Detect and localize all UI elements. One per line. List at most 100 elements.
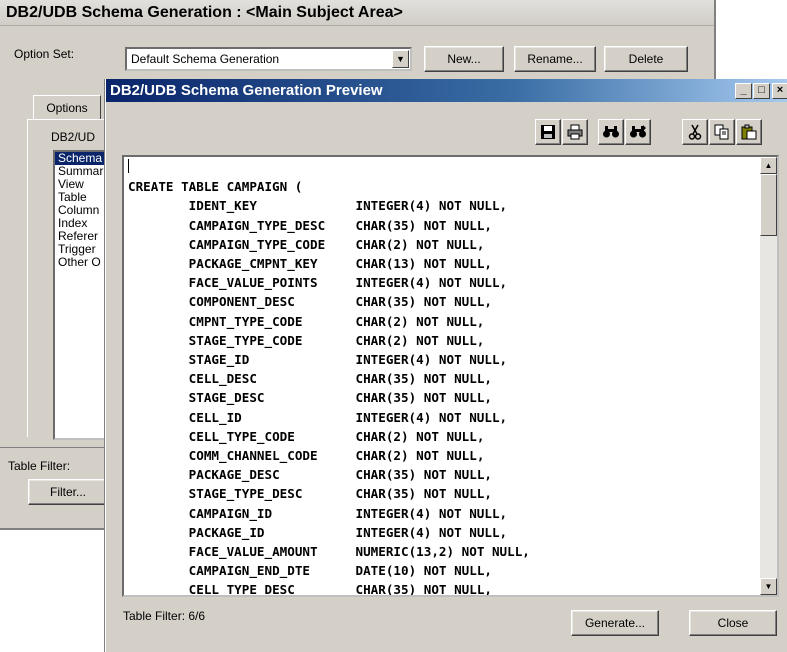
scroll-down-icon[interactable]: ▼ <box>760 578 777 595</box>
paste-button[interactable] <box>736 119 762 145</box>
schema-preview-title-text: DB2/UDB Schema Generation Preview <box>110 82 383 99</box>
sql-column-type: INTEGER(4) NOT NULL, <box>355 198 508 214</box>
sql-column-line: CAMPAIGN_TYPE_CODE CHAR(2) NOT NULL, <box>128 235 530 254</box>
sql-column-type: INTEGER(4) NOT NULL, <box>355 524 508 540</box>
sql-column-name: CAMPAIGN_TYPE_DESC <box>188 217 326 233</box>
sql-column-line: CMPNT_TYPE_CODE CHAR(2) NOT NULL, <box>128 312 530 331</box>
sql-column-name: CELL_ID <box>188 409 242 425</box>
close-button[interactable]: Close <box>689 610 777 636</box>
sql-column-line: FACE_VALUE_AMOUNT NUMERIC(13,2) NOT NULL… <box>128 542 530 561</box>
sql-column-line: COMM_CHANNEL_CODE CHAR(2) NOT NULL, <box>128 446 530 465</box>
sql-column-line: CELL_DESC CHAR(35) NOT NULL, <box>128 369 530 388</box>
sql-column-name: CMPNT_TYPE_CODE <box>188 313 303 329</box>
sql-column-type: CHAR(35) NOT NULL, <box>355 582 492 597</box>
sql-column-name: CELL_TYPE_DESC <box>188 582 295 597</box>
scrollbar-thumb[interactable] <box>760 174 777 236</box>
sql-column-line: PACKAGE_DESC CHAR(35) NOT NULL, <box>128 465 530 484</box>
option-set-label: Option Set: <box>14 47 75 61</box>
sql-column-type: CHAR(35) NOT NULL, <box>355 294 492 310</box>
generate-button[interactable]: Generate... <box>571 610 659 636</box>
filter-button[interactable]: Filter... <box>28 479 108 505</box>
schema-preview-window: DB2/UDB Schema Generation Preview _ □ × … <box>105 79 787 652</box>
sql-column-name: CAMPAIGN_ID <box>188 505 273 521</box>
sql-column-type: INTEGER(4) NOT NULL, <box>355 352 508 368</box>
sql-create-statement: CREATE TABLE CAMPAIGN ( <box>128 179 303 195</box>
cut-button[interactable] <box>682 119 708 145</box>
sql-column-line: IDENT_KEY INTEGER(4) NOT NULL, <box>128 196 530 215</box>
sql-column-type: DATE(10) NOT NULL, <box>355 563 492 579</box>
sql-column-type: CHAR(35) NOT NULL, <box>355 467 492 483</box>
copy-button[interactable] <box>709 119 735 145</box>
group-label: DB2/UD <box>51 130 96 144</box>
sql-column-type: CHAR(2) NOT NULL, <box>355 428 485 444</box>
sql-column-name: COMPONENT_DESC <box>188 294 295 310</box>
maximize-button[interactable]: □ <box>753 83 770 99</box>
vertical-scrollbar[interactable]: ▲ ▼ <box>760 157 777 595</box>
sql-column-name: CELL_TYPE_CODE <box>188 428 295 444</box>
sql-column-line: STAGE_TYPE_CODE CHAR(2) NOT NULL, <box>128 331 530 350</box>
sql-column-type: INTEGER(4) NOT NULL, <box>355 409 508 425</box>
sql-column-line: FACE_VALUE_POINTS INTEGER(4) NOT NULL, <box>128 273 530 292</box>
table-filter-status: Table Filter: 6/6 <box>123 609 206 623</box>
sql-column-line: CELL_TYPE_DESC CHAR(35) NOT NULL, <box>128 580 530 597</box>
sql-column-type: CHAR(2) NOT NULL, <box>355 313 485 329</box>
sql-column-name: CELL_DESC <box>188 371 257 387</box>
sql-column-line: STAGE_ID INTEGER(4) NOT NULL, <box>128 350 530 369</box>
sql-column-type: CHAR(2) NOT NULL, <box>355 236 485 252</box>
sql-column-type: CHAR(2) NOT NULL, <box>355 332 485 348</box>
save-button[interactable] <box>535 119 561 145</box>
sql-column-line: CELL_TYPE_CODE CHAR(2) NOT NULL, <box>128 427 530 446</box>
sql-column-line: CAMPAIGN_ID INTEGER(4) NOT NULL, <box>128 504 530 523</box>
sql-column-type: INTEGER(4) NOT NULL, <box>355 275 508 291</box>
cut-icon <box>688 124 702 140</box>
sql-column-name: STAGE_DESC <box>188 390 265 406</box>
close-window-button[interactable]: × <box>772 83 787 99</box>
copy-icon <box>714 124 729 140</box>
sql-column-name: STAGE_TYPE_CODE <box>188 332 303 348</box>
sql-column-line: PACKAGE_ID INTEGER(4) NOT NULL, <box>128 523 530 542</box>
schema-generation-title: DB2/UDB Schema Generation : <Main Subjec… <box>0 0 714 26</box>
sql-preview-editor[interactable]: CREATE TABLE CAMPAIGN ( IDENT_KEY INTEGE… <box>122 155 779 597</box>
sql-column-name: STAGE_ID <box>188 352 250 368</box>
chevron-down-icon[interactable]: ▼ <box>392 50 409 68</box>
print-icon <box>567 124 583 140</box>
sql-column-name: FACE_VALUE_POINTS <box>188 275 318 291</box>
sql-column-type: NUMERIC(13,2) NOT NULL, <box>355 544 530 560</box>
sql-column-line: CAMPAIGN_TYPE_DESC CHAR(35) NOT NULL, <box>128 216 530 235</box>
find-icon <box>603 126 619 138</box>
save-icon <box>541 125 555 139</box>
sql-column-name: COMM_CHANNEL_CODE <box>188 448 318 464</box>
list-item-other[interactable]: Other O <box>55 256 105 269</box>
sql-column-name: STAGE_TYPE_DESC <box>188 486 303 502</box>
divider <box>0 447 110 448</box>
minimize-button[interactable]: _ <box>735 83 752 99</box>
sql-column-type: INTEGER(4) NOT NULL, <box>355 505 508 521</box>
find-next-button[interactable] <box>625 119 651 145</box>
sql-column-name: IDENT_KEY <box>188 198 257 214</box>
sql-column-name: FACE_VALUE_AMOUNT <box>188 544 318 560</box>
sql-blank-line <box>128 158 530 177</box>
sql-column-line: STAGE_TYPE_DESC CHAR(35) NOT NULL, <box>128 484 530 503</box>
sql-column-name: PACKAGE_ID <box>188 524 265 540</box>
table-filter-label: Table Filter: <box>8 459 71 473</box>
sql-column-type: CHAR(35) NOT NULL, <box>355 390 492 406</box>
paste-icon <box>741 124 757 140</box>
sql-column-name: PACKAGE_CMPNT_KEY <box>188 256 318 272</box>
sql-code: CREATE TABLE CAMPAIGN ( IDENT_KEY INTEGE… <box>128 158 530 597</box>
rename-option-set-button[interactable]: Rename... <box>514 46 596 72</box>
option-category-list[interactable]: Schema Summar View Table Column Index Re… <box>53 150 107 440</box>
sql-column-type: CHAR(35) NOT NULL, <box>355 486 492 502</box>
find-button[interactable] <box>598 119 624 145</box>
find-next-icon <box>630 125 646 138</box>
option-set-combo[interactable]: Default Schema Generation ▼ <box>125 47 412 71</box>
option-set-value: Default Schema Generation <box>131 52 280 66</box>
sql-column-line: PACKAGE_CMPNT_KEY CHAR(13) NOT NULL, <box>128 254 530 273</box>
sql-column-line: STAGE_DESC CHAR(35) NOT NULL, <box>128 388 530 407</box>
print-button[interactable] <box>562 119 588 145</box>
tab-options[interactable]: Options <box>33 95 101 120</box>
delete-option-set-button[interactable]: Delete <box>604 46 688 72</box>
scroll-up-icon[interactable]: ▲ <box>760 157 777 174</box>
sql-column-type: CHAR(13) NOT NULL, <box>355 256 492 272</box>
schema-preview-title: DB2/UDB Schema Generation Preview <box>106 79 787 102</box>
new-option-set-button[interactable]: New... <box>424 46 504 72</box>
